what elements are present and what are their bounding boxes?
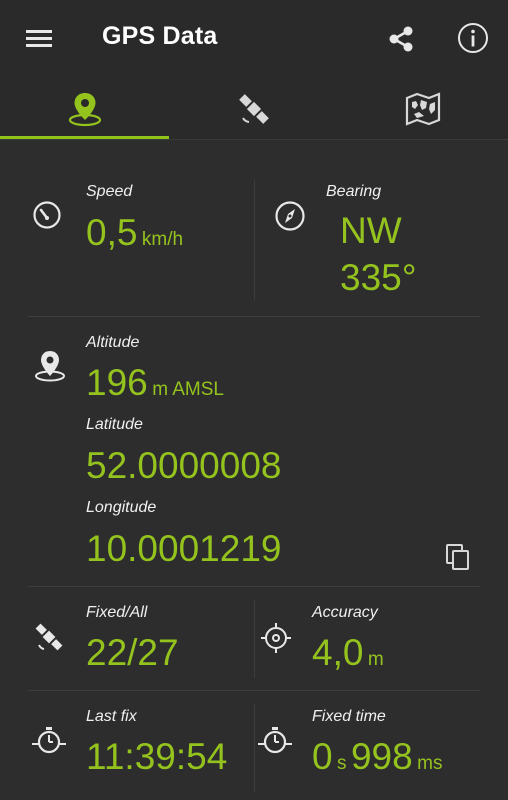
stopwatch-icon	[32, 727, 66, 754]
altitude-label: Altitude	[86, 334, 140, 351]
accuracy-readout: 4,0 m	[312, 632, 384, 674]
app-title: GPS Data	[102, 22, 218, 50]
info-icon[interactable]	[456, 21, 490, 55]
speedometer-icon	[33, 201, 61, 229]
divider	[254, 180, 255, 300]
fixed-time-ms-unit: ms	[417, 753, 443, 774]
location-pin-icon	[68, 93, 102, 127]
latitude-label: Latitude	[86, 416, 143, 433]
fixed-time-seconds-unit: s	[337, 753, 347, 774]
divider	[28, 690, 480, 691]
copy-icon[interactable]	[444, 542, 472, 572]
last-fix-label: Last fix	[86, 708, 137, 725]
satellites-value: 22/27	[86, 632, 179, 673]
fixed-time-label: Fixed time	[312, 708, 386, 725]
longitude-value: 10.0001219	[86, 528, 282, 569]
bearing-direction: NW	[340, 210, 402, 251]
longitude-label: Longitude	[86, 499, 157, 516]
last-fix-value: 11:39:54	[86, 736, 228, 777]
latitude-value: 52.0000008	[86, 445, 282, 486]
tab-gps-data[interactable]	[0, 78, 169, 140]
share-icon[interactable]	[384, 22, 418, 56]
tab-indicator	[0, 136, 169, 139]
speed-label: Speed	[86, 183, 133, 200]
menu-icon[interactable]	[22, 24, 56, 54]
divider	[28, 586, 480, 587]
bearing-label: Bearing	[326, 183, 382, 200]
tab-bar	[0, 78, 508, 140]
satellite-icon	[35, 623, 63, 651]
altitude-unit: m AMSL	[152, 379, 224, 400]
stopwatch-icon	[258, 727, 292, 754]
satellites-label: Fixed/All	[86, 604, 148, 621]
fixed-time-readout: 0 s 998 ms	[312, 736, 443, 778]
accuracy-label: Accuracy	[312, 604, 378, 621]
map-icon	[405, 92, 441, 126]
divider	[254, 704, 255, 792]
altitude-readout: 196 m AMSL	[86, 362, 224, 404]
compass-icon	[275, 201, 305, 231]
speed-value: 0,5	[86, 212, 138, 253]
app-bar: GPS Data	[0, 0, 508, 78]
speed-readout: 0,5 km/h	[86, 212, 183, 254]
location-pin-icon	[35, 351, 65, 382]
tab-satellites[interactable]	[169, 78, 338, 140]
divider	[254, 600, 255, 678]
accuracy-value: 4,0	[312, 632, 364, 673]
bearing-degrees: 335°	[340, 257, 417, 298]
tab-map[interactable]	[338, 78, 507, 140]
speed-unit: km/h	[141, 229, 184, 250]
altitude-value: 196	[86, 362, 148, 403]
accuracy-unit: m	[367, 649, 384, 670]
fixed-time-ms: 998	[350, 736, 413, 777]
crosshair-icon	[261, 623, 291, 653]
divider	[28, 316, 480, 317]
fixed-time-seconds: 0	[312, 736, 333, 777]
satellite-icon	[239, 94, 269, 124]
